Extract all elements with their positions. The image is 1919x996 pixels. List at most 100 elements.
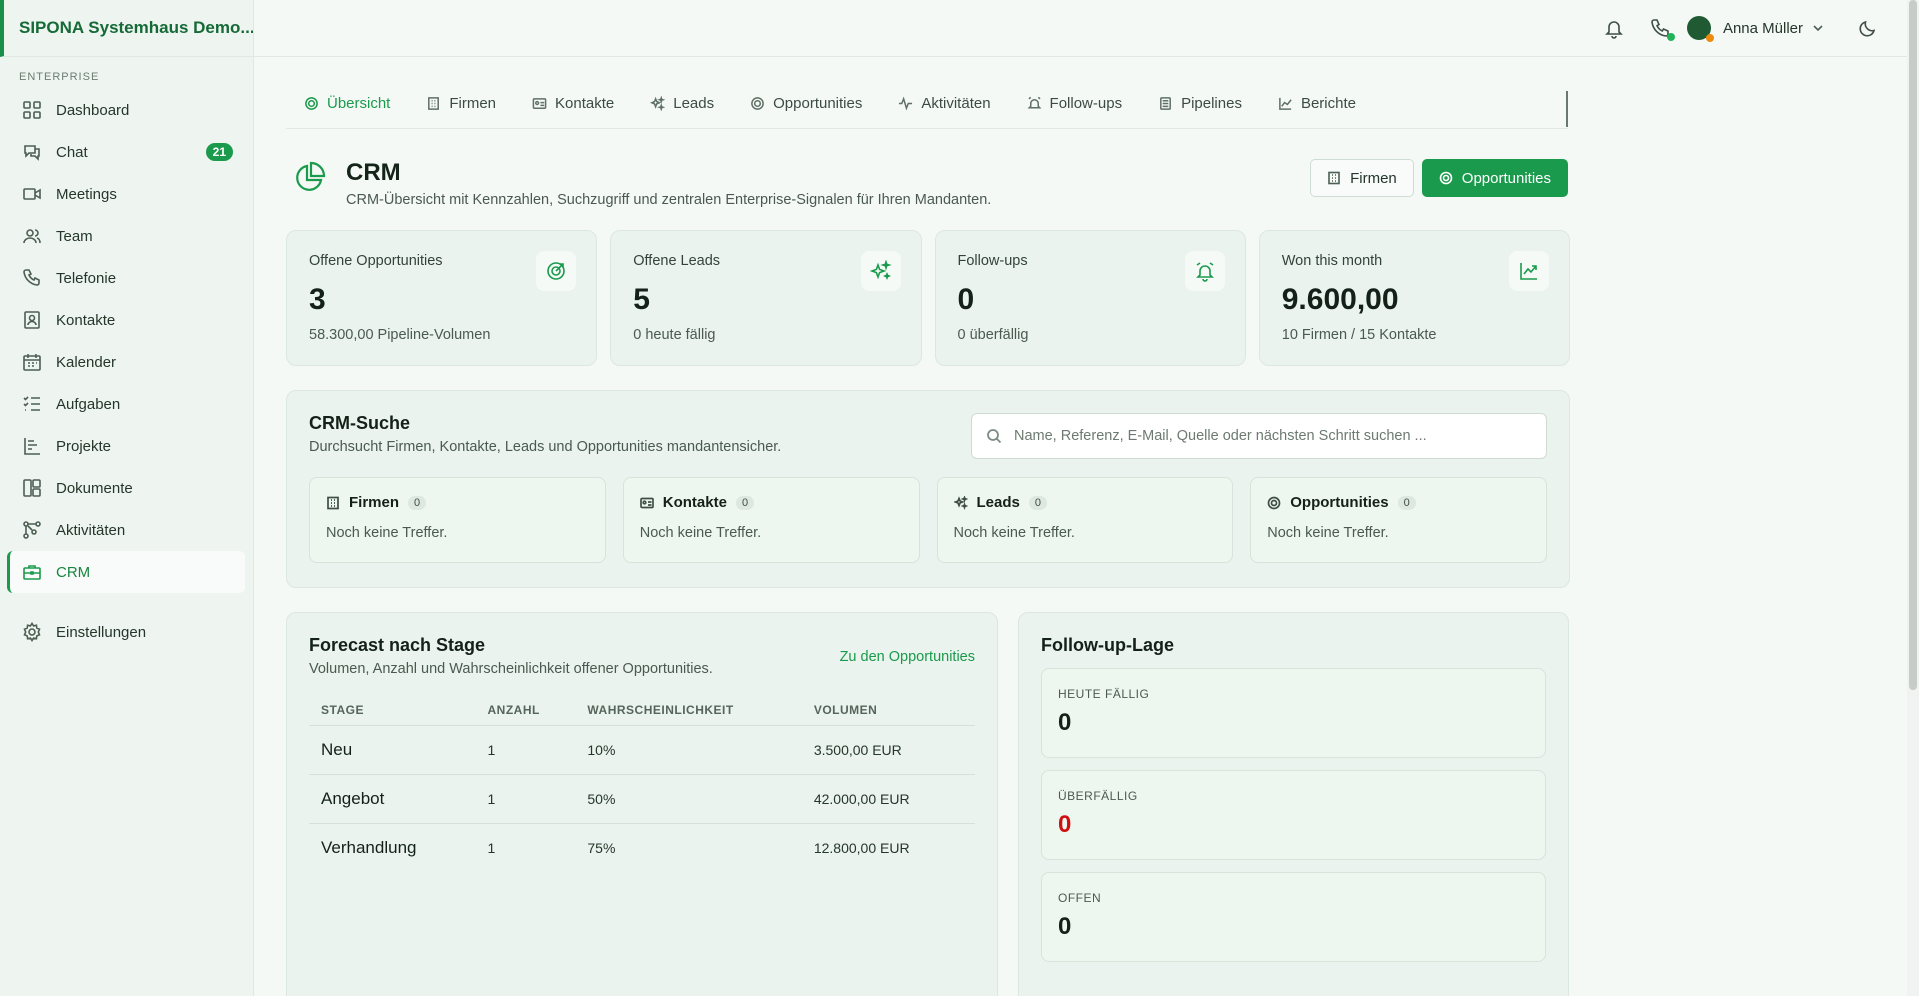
theme-toggle[interactable] xyxy=(1849,17,1879,39)
tab-pipelines[interactable]: Pipelines xyxy=(1140,88,1260,128)
gear-icon xyxy=(23,622,41,642)
sidebar-item-label: Projekte xyxy=(56,437,112,455)
target-icon xyxy=(1267,496,1281,509)
sidebar-item-dashboard[interactable]: Dashboard xyxy=(0,89,245,131)
follow-up-label: OFFEN xyxy=(1058,891,1102,905)
tab-firmen[interactable]: Firmen xyxy=(408,88,514,128)
result-group-label: Kontakte xyxy=(662,494,727,511)
kpi-label: Offene Opportunities xyxy=(309,253,443,269)
tab-label: Aktivitäten xyxy=(921,94,991,112)
kpi-card-follow-ups[interactable]: Follow-ups 0 0 überfällig xyxy=(934,230,1246,366)
kpi-value: 5 xyxy=(633,283,650,316)
follow-up-open[interactable]: OFFEN 0 xyxy=(1041,872,1546,962)
kpi-value: 9.600,00 xyxy=(1281,283,1399,316)
sidebar-item-projekte[interactable]: Projekte xyxy=(0,425,245,467)
sidebar-item-aktivitaeten[interactable]: Aktivitäten xyxy=(0,509,245,551)
documents-icon xyxy=(23,479,41,497)
cell-anzahl: 1 xyxy=(487,840,496,857)
tasks-icon xyxy=(23,396,40,411)
tab-aktivitaeten[interactable]: Aktivitäten xyxy=(880,88,1008,128)
search-box[interactable] xyxy=(971,413,1547,459)
sidebar-item-crm[interactable]: CRM xyxy=(7,551,245,593)
sidebar-item-meetings[interactable]: Meetings xyxy=(0,173,245,215)
result-empty-text: Noch keine Treffer. xyxy=(639,525,762,541)
scrollbar-thumb[interactable] xyxy=(1909,0,1917,690)
column-header-anzahl[interactable]: ANZAHL xyxy=(475,703,576,726)
result-group-kontakte[interactable]: Kontakte 0 Noch keine Treffer. xyxy=(622,477,920,563)
tab-follow-ups[interactable]: Follow-ups xyxy=(1009,88,1141,128)
firmen-button[interactable]: Firmen xyxy=(1310,159,1414,197)
table-row[interactable]: Angebot 1 50% 42.000,00 EUR xyxy=(309,774,975,824)
follow-up-due-today[interactable]: HEUTE FÄLLIG 0 xyxy=(1041,668,1546,758)
sidebar-item-telefonie[interactable]: Telefonie xyxy=(0,257,245,299)
tab-label: Übersicht xyxy=(327,94,391,112)
target-icon xyxy=(1439,171,1453,185)
target-icon xyxy=(751,96,764,110)
tab-uebersicht[interactable]: Übersicht xyxy=(286,88,408,128)
phone-status-dot xyxy=(1666,33,1675,41)
tab-label: Firmen xyxy=(449,94,497,112)
cell-volumen: 3.500,00 EUR xyxy=(801,725,975,775)
sidebar-item-aufgaben[interactable]: Aufgaben xyxy=(0,383,245,425)
result-count-badge: 0 xyxy=(1397,495,1416,510)
tab-opportunities[interactable]: Opportunities xyxy=(732,88,880,128)
page-content: Übersicht Firmen Kontakte Leads Opportun… xyxy=(286,57,1570,996)
tab-berichte[interactable]: Berichte xyxy=(1260,88,1374,128)
column-header-stage[interactable]: STAGE xyxy=(309,703,476,726)
follow-up-overdue[interactable]: ÜBERFÄLLIG 0 xyxy=(1041,770,1546,860)
result-group-label: Firmen xyxy=(349,494,400,511)
search-input[interactable] xyxy=(1014,428,1534,444)
table-header-row: STAGE ANZAHL WAHRSCHEINLICHKEIT VOLUMEN xyxy=(309,703,975,726)
phone-button[interactable] xyxy=(1649,17,1675,41)
result-group-opportunities[interactable]: Opportunities 0 Noch keine Treffer. xyxy=(1250,477,1547,563)
sidebar-item-team[interactable]: Team xyxy=(0,215,245,257)
user-menu[interactable]: Anna Müller xyxy=(1686,16,1825,42)
tabs-scroll-divider xyxy=(1566,91,1568,127)
sidebar-item-einstellungen[interactable]: Einstellungen xyxy=(0,611,245,653)
opportunities-button[interactable]: Opportunities xyxy=(1421,159,1568,197)
avatar xyxy=(1686,16,1714,42)
kpi-label: Won this month xyxy=(1281,253,1383,269)
sidebar-item-kalender[interactable]: Kalender xyxy=(0,341,245,383)
result-group-leads[interactable]: Leads 0 Noch keine Treffer. xyxy=(936,477,1234,563)
tab-label: Kontakte xyxy=(555,94,615,112)
column-header-wahrscheinlichkeit[interactable]: WAHRSCHEINLICHKEIT xyxy=(575,703,802,726)
to-opportunities-link[interactable]: Zu den Opportunities xyxy=(840,649,975,665)
cell-volumen: 12.800,00 EUR xyxy=(813,840,910,857)
tab-leads[interactable]: Leads xyxy=(632,88,732,128)
kpi-icon-box xyxy=(536,251,577,291)
sidebar-item-label: Einstellungen xyxy=(56,623,147,641)
moon-icon xyxy=(1859,20,1876,37)
cell-volumen: 42.000,00 EUR xyxy=(801,774,975,824)
follow-up-title: Follow-up-Lage xyxy=(1041,635,1174,655)
user-name: Anna Müller xyxy=(1722,19,1803,37)
tab-kontakte[interactable]: Kontakte xyxy=(514,88,632,128)
alarm-icon xyxy=(1195,262,1214,282)
projects-icon xyxy=(24,438,40,455)
sidebar-item-chat[interactable]: Chat 21 xyxy=(0,131,245,173)
phone-icon xyxy=(23,269,40,286)
kpi-card-open-leads[interactable]: Offene Leads 5 0 heute fällig xyxy=(610,230,922,366)
table-row[interactable]: Verhandlung 1 75% 12.800,00 EUR xyxy=(309,824,975,873)
result-group-firmen[interactable]: Firmen 0 Noch keine Treffer. xyxy=(309,477,606,563)
crm-search-card: CRM-Suche Durchsucht Firmen, Kontakte, L… xyxy=(286,390,1570,588)
sidebar-separator xyxy=(0,593,253,611)
sidebar-item-kontakte[interactable]: Kontakte xyxy=(0,299,245,341)
chat-icon xyxy=(24,145,40,161)
kpi-card-won-this-month[interactable]: Won this month 9.600,00 10 Firmen / 15 K… xyxy=(1258,230,1570,366)
brand-name[interactable]: SIPONA Systemhaus Demo... xyxy=(0,0,253,57)
sidebar: SIPONA Systemhaus Demo... ENTERPRISE Das… xyxy=(0,0,254,996)
kpi-card-open-opportunities[interactable]: Offene Opportunities 3 58.300,00 Pipelin… xyxy=(286,230,598,366)
activity-icon xyxy=(23,521,41,539)
table-row[interactable]: Neu 1 10% 3.500,00 EUR xyxy=(309,725,975,775)
cell-wahrscheinlichkeit: 10% xyxy=(575,725,802,775)
pie-chart-icon xyxy=(296,161,326,191)
page-scrollbar[interactable] xyxy=(1907,0,1919,996)
bottom-row: Forecast nach Stage Volumen, Anzahl und … xyxy=(286,612,1570,996)
follow-up-label: HEUTE FÄLLIG xyxy=(1058,687,1150,701)
result-group-header: Opportunities 0 xyxy=(1267,494,1530,511)
column-header-volumen[interactable]: VOLUMEN xyxy=(801,703,975,726)
sidebar-item-dokumente[interactable]: Dokumente xyxy=(0,467,245,509)
notifications-button[interactable] xyxy=(1603,17,1625,39)
result-count-badge: 0 xyxy=(735,495,755,510)
